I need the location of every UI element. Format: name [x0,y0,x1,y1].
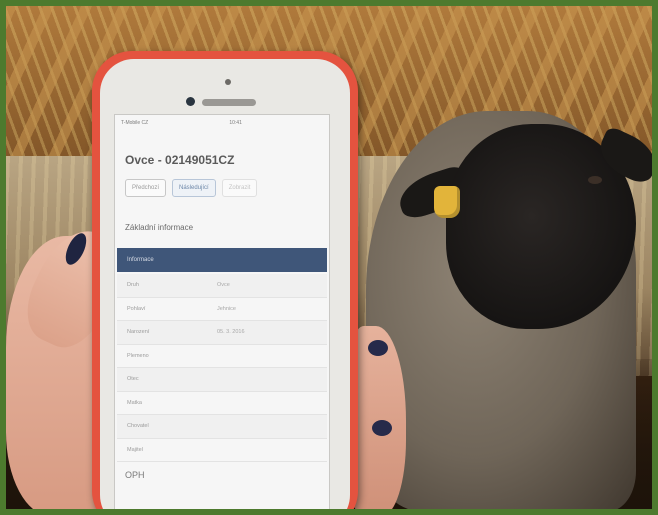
smartphone: T-Mobile CZ 10:41 Ovce - 02149051CZ Před… [92,51,358,509]
section-title: Základní informace [125,223,194,232]
row-label: Plemeno [127,352,149,359]
show-button[interactable]: Zobrazit [221,179,258,197]
row-label: Chovatel [127,423,149,430]
photo: T-Mobile CZ 10:41 Ovce - 02149051CZ Před… [6,6,652,509]
table-row: Otec [117,368,327,392]
footer-section-heading: OPH [125,470,145,480]
table-row: Pohlaví Jehnice [117,298,327,321]
row-label: Druh [127,282,139,289]
status-center: 10:41 [229,120,242,126]
ear-tag [434,186,460,218]
row-label: Narození [127,329,150,336]
tab-bar: Předchozí Následující Zobrazit [125,179,329,197]
painted-nail [368,340,388,356]
table-row: Narození 05. 3. 2016 [117,321,327,345]
row-label: Pohlaví [127,305,146,312]
sheep-eye [588,176,602,184]
info-header[interactable]: Informace [117,248,327,272]
row-label: Matka [127,399,142,406]
earpiece-speaker [202,99,256,106]
front-camera-icon [186,97,195,106]
row-value: 05. 3. 2016 [217,329,245,336]
row-value: Jehnice [217,305,236,312]
carrier-label: T-Mobile CZ [121,120,149,126]
row-label: Majitel [127,446,143,453]
table-row: Chovatel [117,415,327,439]
row-label: Otec [127,376,139,383]
previous-button[interactable]: Předchozí [125,179,167,197]
row-value: Ovce [217,282,230,289]
page-title: Ovce - 02149051CZ [125,153,235,167]
table-row: Druh Ovce [117,274,327,298]
status-bar: T-Mobile CZ 10:41 [115,115,329,131]
table-row: Plemeno [117,345,327,368]
painted-nail [372,420,392,436]
info-table: Druh Ovce Pohlaví Jehnice Narození 05. 3… [117,274,327,462]
status-time: 10:41 [229,120,242,126]
table-row: Majitel [117,439,327,462]
next-button[interactable]: Následující [172,179,216,197]
table-row: Matka [117,392,327,415]
proximity-sensor [225,79,231,85]
phone-screen: T-Mobile CZ 10:41 Ovce - 02149051CZ Před… [114,114,330,509]
